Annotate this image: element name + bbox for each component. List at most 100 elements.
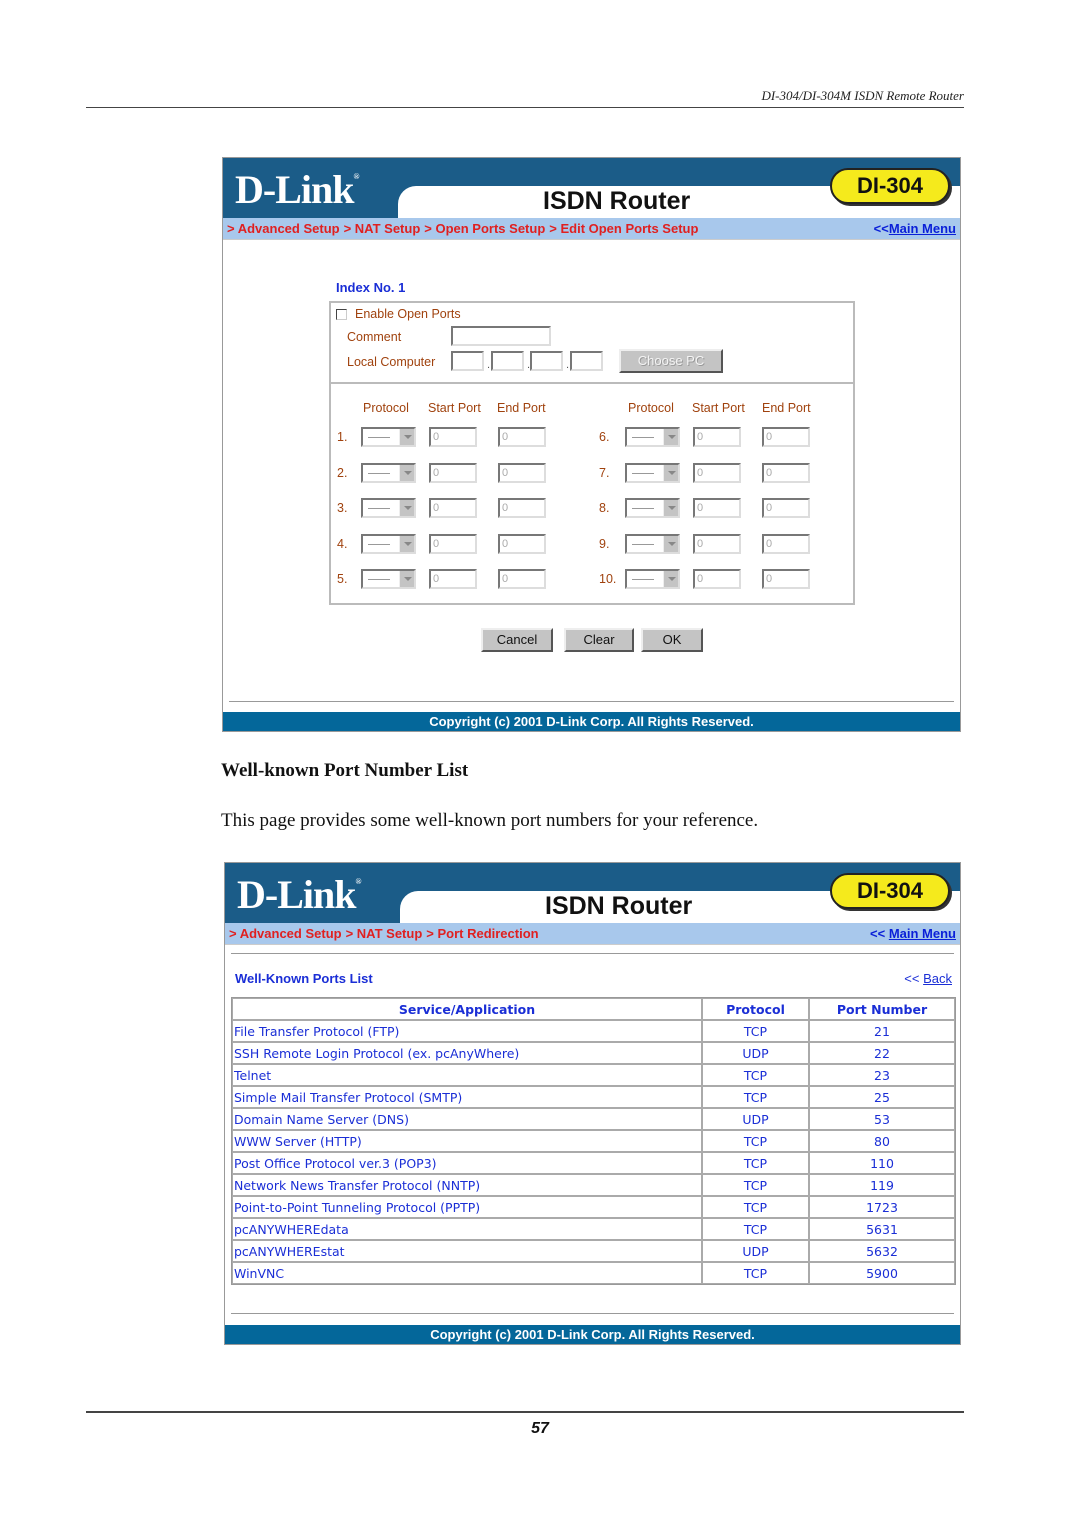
start-port-input[interactable]: 0 [429,463,477,483]
table-row: WinVNC TCP 5900 [232,1262,955,1284]
ok-button[interactable]: OK [641,628,703,652]
chevron-down-icon[interactable] [399,536,414,552]
service-cell: Simple Mail Transfer Protocol (SMTP) [232,1086,702,1108]
clear-button[interactable]: Clear [564,628,634,652]
protocol-select[interactable] [625,463,680,483]
back-link[interactable]: Back [923,971,952,986]
service-cell: SSH Remote Login Protocol (ex. pcAnyWher… [232,1042,702,1064]
protocol-select[interactable] [361,427,416,447]
end-port-input[interactable]: 0 [762,569,810,589]
breadcrumb-open-ports-setup[interactable]: > Open Ports Setup [424,221,545,236]
ip-octet-1-input[interactable] [451,351,484,371]
port-cell: 119 [809,1174,955,1196]
table-row: Point-to-Point Tunneling Protocol (PPTP)… [232,1196,955,1218]
start-port-input[interactable]: 0 [429,427,477,447]
main-menu-link[interactable]: Main Menu [889,221,956,236]
table-row: Telnet TCP 23 [232,1064,955,1086]
breadcrumb: > Advanced Setup > NAT Setup > Port Redire… [229,926,543,941]
protocol-select[interactable] [361,498,416,518]
ip-octet-2-input[interactable] [491,351,524,371]
table-row: SSH Remote Login Protocol (ex. pcAnyWher… [232,1042,955,1064]
chevron-down-icon[interactable] [399,500,414,516]
end-port-header-left: End Port [497,401,546,415]
end-port-input[interactable]: 0 [498,427,546,447]
end-port-input[interactable]: 0 [498,498,546,518]
table-row: pcANYWHEREdata TCP 5631 [232,1218,955,1240]
ip-octet-3-input[interactable] [530,351,563,371]
model-badge: DI-304 [830,873,950,909]
copyright-bar: Copyright (c) 2001 D-Link Corp. All Righ… [223,712,960,731]
protocol-select[interactable] [625,534,680,554]
breadcrumb-edit-open-ports: > Edit Open Ports Setup [549,221,699,236]
cancel-button[interactable]: Cancel [481,628,553,652]
protocol-select[interactable] [361,534,416,554]
start-port-input[interactable]: 0 [693,569,741,589]
protocol-select[interactable] [625,427,680,447]
service-cell: WinVNC [232,1262,702,1284]
main-menu-link-wrap: <<Main Menu [873,221,956,236]
service-cell: File Transfer Protocol (FTP) [232,1020,702,1042]
form-divider [331,382,853,384]
end-port-input[interactable]: 0 [498,463,546,483]
choose-pc-button[interactable]: Choose PC [619,349,723,373]
chevron-down-icon[interactable] [399,571,414,587]
footer-rule [86,1411,964,1413]
protocol-select[interactable] [625,569,680,589]
chevron-down-icon[interactable] [663,465,678,481]
start-port-input[interactable]: 0 [693,498,741,518]
table-row: File Transfer Protocol (FTP) TCP 21 [232,1020,955,1042]
section-title: Well-known Port Number List [221,760,469,781]
main-menu-link[interactable]: Main Menu [889,926,956,941]
end-port-input[interactable]: 0 [498,534,546,554]
service-cell: Post Office Protocol ver.3 (POP3) [232,1152,702,1174]
router-banner: D-Link® ISDN Router DI-304 [223,158,960,218]
protocol-cell: TCP [702,1174,809,1196]
protocol-select[interactable] [625,498,680,518]
header-rule [86,107,964,108]
start-port-input[interactable]: 0 [429,498,477,518]
protocol-cell: TCP [702,1152,809,1174]
chevron-down-icon[interactable] [663,571,678,587]
breadcrumb-advanced-setup[interactable]: > Advanced Setup [227,221,340,236]
chevron-down-icon[interactable] [663,429,678,445]
end-port-header-right: End Port [762,401,811,415]
end-port-input[interactable]: 0 [762,427,810,447]
header-divider [231,953,954,954]
end-port-input[interactable]: 0 [762,534,810,554]
chevron-down-icon[interactable] [663,500,678,516]
list-title: Well-Known Ports List [235,971,373,986]
port-cell: 5631 [809,1218,955,1240]
service-cell: Telnet [232,1064,702,1086]
port-cell: 5632 [809,1240,955,1262]
end-port-input[interactable]: 0 [762,498,810,518]
chevron-down-icon[interactable] [399,429,414,445]
router-banner: D-Link® ISDN Router DI-304 [225,863,960,923]
rule-number: 1. [337,430,348,444]
chevron-down-icon[interactable] [399,465,414,481]
rule-number: 6. [599,430,610,444]
enable-open-ports-checkbox[interactable] [336,309,347,320]
protocol-select[interactable] [361,463,416,483]
breadcrumb-nat-setup[interactable]: > NAT Setup [344,221,421,236]
copyright-bar: Copyright (c) 2001 D-Link Corp. All Righ… [225,1325,960,1344]
start-port-input[interactable]: 0 [693,463,741,483]
chevron-down-icon[interactable] [663,536,678,552]
table-row: Simple Mail Transfer Protocol (SMTP) TCP 2… [232,1086,955,1108]
protocol-select[interactable] [361,569,416,589]
table-row: Post Office Protocol ver.3 (POP3) TCP 110 [232,1152,955,1174]
end-port-input[interactable]: 0 [498,569,546,589]
main-menu-link-wrap: << Main Menu [870,926,956,941]
start-port-input[interactable]: 0 [429,534,477,554]
ip-octet-4-input[interactable] [570,351,603,371]
start-port-input[interactable]: 0 [429,569,477,589]
page-number: 57 [531,1420,549,1437]
port-cell: 1723 [809,1196,955,1218]
comment-input[interactable] [451,326,551,346]
protocol-cell: TCP [702,1196,809,1218]
breadcrumb-advanced-setup[interactable]: > Advanced Setup [229,926,342,941]
start-port-input[interactable]: 0 [693,534,741,554]
breadcrumb-nat-setup[interactable]: > NAT Setup [346,926,423,941]
end-port-input[interactable]: 0 [762,463,810,483]
protocol-cell: UDP [702,1240,809,1262]
start-port-input[interactable]: 0 [693,427,741,447]
